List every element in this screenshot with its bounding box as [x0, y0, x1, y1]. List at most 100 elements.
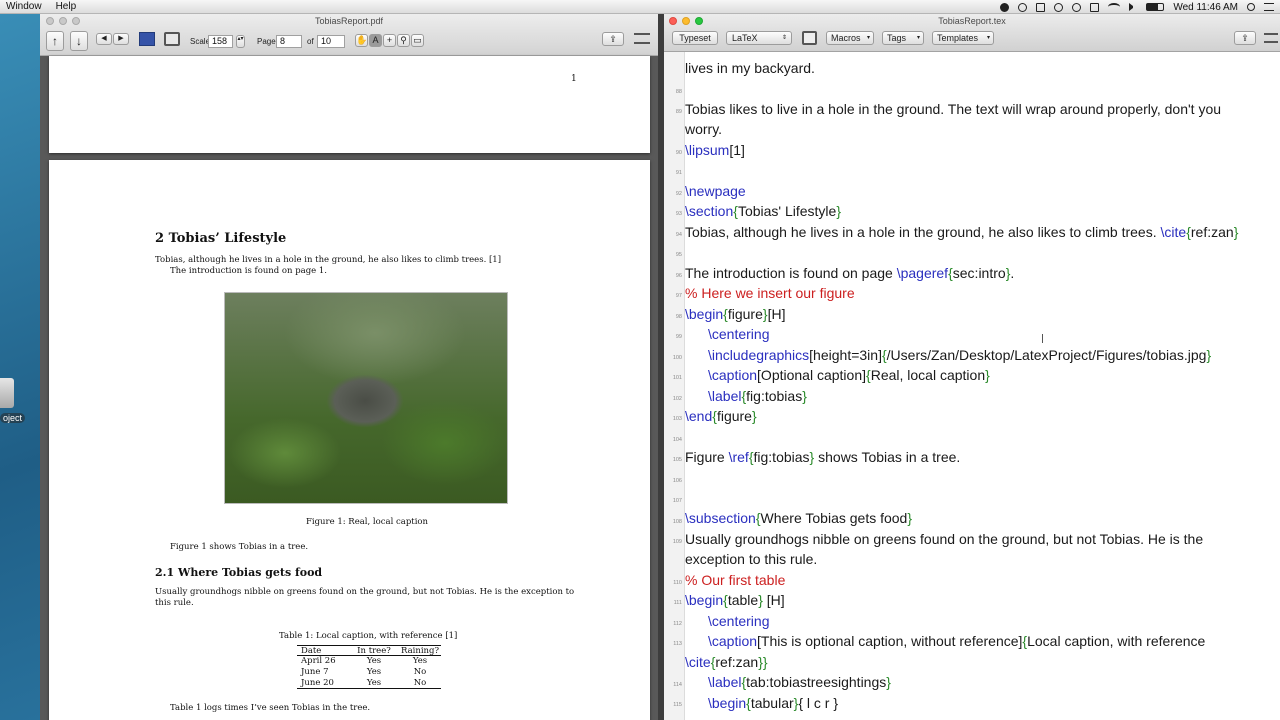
back-icon[interactable]: ◀ [96, 33, 112, 45]
print-icon[interactable] [164, 32, 180, 46]
line-number: 96 [675, 273, 682, 279]
share-icon[interactable]: ⇪ [602, 32, 624, 46]
volume-icon[interactable] [1129, 3, 1137, 11]
code-line: \cite{ref:zan}} [685, 654, 768, 670]
text: [H] [767, 306, 786, 322]
brace: }} [758, 654, 768, 670]
text-select-tool-icon[interactable]: A [369, 34, 382, 47]
latex-command: \pageref [896, 265, 949, 281]
figure-caption: Figure 1: Real, local caption [306, 517, 429, 527]
line-number: 99 [675, 334, 682, 340]
menubar-clock[interactable]: Wed 11:46 AM [1173, 2, 1238, 13]
bluetooth-icon[interactable] [1090, 2, 1100, 12]
table-cell: Yes [366, 667, 382, 677]
pdf-scroll-area[interactable]: 1 2 Tobias’ Lifestyle Tobias, although h… [40, 56, 658, 720]
latex-command: \ref [728, 449, 749, 465]
print-icon[interactable] [802, 31, 817, 45]
line-number: 107 [672, 498, 682, 504]
table-cell: April 26 [301, 656, 336, 666]
desktop-icon-label: oject [0, 413, 26, 423]
latex-command: \caption [708, 633, 758, 649]
text: tab:tobiastreesightings [746, 674, 887, 690]
desktop-folder-icon[interactable] [0, 378, 14, 408]
line-number: 112 [673, 621, 682, 627]
engine-select-value: LaTeX [732, 33, 758, 43]
typeset-button[interactable]: Typeset [672, 31, 718, 45]
zoom-in-tool-icon[interactable]: + [383, 34, 396, 47]
menu-window[interactable]: Window [6, 1, 42, 12]
history-icon[interactable] [1072, 2, 1082, 12]
text: Figure [685, 449, 729, 465]
spotlight-search-icon[interactable] [1247, 3, 1255, 11]
chevron-down-icon: ▾ [866, 35, 870, 41]
line-number: 92 [675, 191, 682, 197]
templates-menu[interactable]: Templates ▾ [932, 31, 994, 45]
code-line: \subsection{Where Tobias gets food} [685, 510, 912, 526]
text: figure [727, 306, 763, 322]
latex-command: \subsection [685, 510, 756, 526]
scale-input[interactable]: 158 [208, 35, 233, 48]
scale-stepper[interactable]: ▴▾ [236, 35, 245, 48]
text: Usually groundhogs nibble on greens foun… [685, 531, 1204, 547]
line-number: 111 [673, 600, 682, 606]
engine-select[interactable]: LaTeX ⇕ [726, 31, 792, 45]
share-icon[interactable]: ⇪ [1234, 31, 1256, 45]
selection-box-tool-icon[interactable]: ▭ [411, 34, 424, 47]
text: worry. [685, 121, 723, 137]
forward-icon[interactable]: ▶ [113, 33, 129, 45]
code-line: lives in my backyard. [685, 60, 815, 76]
menu-help[interactable]: Help [56, 1, 77, 12]
page-input[interactable]: 8 [276, 35, 302, 48]
time-machine-icon[interactable] [1054, 2, 1064, 12]
drawer-toggle-icon[interactable] [1264, 33, 1278, 43]
text: [1] [729, 142, 745, 158]
line-number: 115 [673, 702, 682, 708]
brace: } [886, 674, 891, 690]
wifi-icon[interactable] [1108, 3, 1121, 11]
notification-list-icon[interactable] [1264, 3, 1274, 11]
text: exception to this rule. [685, 551, 818, 567]
tags-menu[interactable]: Tags ▾ [882, 31, 924, 45]
table-header: Raining? [400, 646, 440, 656]
battery-icon[interactable] [1146, 3, 1165, 11]
editor-titlebar: TobiasReport.tex Typeset LaTeX ⇕ Macros ▾ … [664, 14, 1280, 52]
text: [Optional caption] [757, 367, 867, 383]
text: [H] [762, 592, 785, 608]
chevron-down-icon: ▾ [916, 35, 920, 41]
sync-icon[interactable] [1018, 2, 1028, 12]
text: { l c r } [798, 695, 839, 711]
code-line: Tobias likes to live in a hole in the gr… [685, 101, 1221, 117]
next-page-arrow-icon[interactable]: ↓ [70, 31, 88, 51]
table-row: June 20 Yes No [297, 678, 441, 689]
of-label: of [307, 37, 314, 46]
text: fig:tobias [746, 388, 803, 404]
hand-tool-icon[interactable]: ✋ [355, 34, 368, 47]
latex-command: \cite [685, 654, 711, 670]
pdf-page-current: 2 Tobias’ Lifestyle Tobias, although he … [49, 160, 650, 720]
latex-command: \includegraphics [708, 347, 810, 363]
paragraph-line: Figure 1 shows Tobias in a tree. [170, 542, 309, 552]
text: . [1010, 265, 1015, 281]
magnify-tool-icon[interactable]: ⚲ [397, 34, 410, 47]
code-line: \includegraphics[height=3in]{/Users/Zan/… [685, 347, 1211, 363]
preview-image-icon[interactable] [139, 32, 155, 46]
line-number: 97 [675, 293, 682, 299]
latex-command: \caption [708, 367, 758, 383]
code-comment: % Our first table [685, 572, 786, 588]
code-line: \label{fig:tobias} [685, 388, 807, 404]
display-icon[interactable] [1036, 2, 1046, 12]
record-icon[interactable] [1000, 2, 1010, 12]
brace: } [836, 203, 842, 219]
macros-label: Macros [831, 33, 861, 43]
macros-menu[interactable]: Macros ▾ [826, 31, 874, 45]
table-header: In tree? [357, 646, 391, 656]
line-number: 113 [673, 641, 682, 647]
paragraph-line: Table 1 logs times I’ve seen Tobias in t… [170, 703, 371, 713]
pdf-window-title: TobiasReport.pdf [314, 16, 384, 26]
drawer-toggle-icon[interactable] [634, 33, 650, 44]
paragraph-line: Usually groundhogs nibble on greens foun… [155, 587, 575, 597]
line-number: 98 [675, 314, 682, 320]
previous-page-arrow-icon[interactable]: ↑ [46, 31, 64, 51]
latex-command: \lipsum [685, 142, 730, 158]
code-line: \section{Tobias' Lifestyle} [685, 203, 841, 219]
